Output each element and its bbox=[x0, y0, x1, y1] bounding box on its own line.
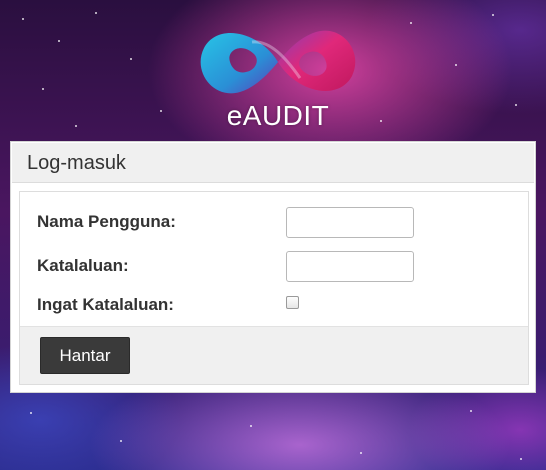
star bbox=[470, 410, 472, 412]
password-row: Katalaluan: bbox=[37, 251, 287, 281]
star bbox=[30, 412, 32, 414]
star bbox=[520, 458, 522, 460]
star bbox=[360, 452, 362, 454]
panel-title: Log-masuk bbox=[12, 143, 534, 183]
star bbox=[492, 14, 494, 16]
star bbox=[130, 58, 132, 60]
star bbox=[160, 110, 162, 112]
username-row: Nama Pengguna: bbox=[37, 207, 287, 237]
star bbox=[410, 22, 412, 24]
star bbox=[380, 120, 382, 122]
star bbox=[455, 64, 457, 66]
star bbox=[120, 440, 122, 442]
infinity-logo-icon bbox=[200, 30, 356, 94]
login-panel: Log-masuk Nama Pengguna: Katalaluan: Ing… bbox=[10, 141, 536, 393]
star bbox=[515, 104, 517, 106]
eaudit-logo: eAUDIT bbox=[190, 12, 366, 134]
password-label: Katalaluan: bbox=[37, 256, 129, 275]
username-input[interactable] bbox=[286, 207, 414, 238]
logo-text: eAUDIT bbox=[226, 100, 330, 131]
remember-label: Ingat Katalaluan: bbox=[37, 295, 174, 314]
star bbox=[95, 12, 97, 14]
star bbox=[75, 125, 77, 127]
star bbox=[250, 425, 252, 427]
form-footer: Hantar bbox=[20, 326, 528, 384]
remember-row: Ingat Katalaluan: bbox=[37, 290, 287, 320]
username-label: Nama Pengguna: bbox=[37, 212, 176, 231]
submit-button[interactable]: Hantar bbox=[40, 337, 130, 374]
star bbox=[22, 18, 24, 20]
password-input[interactable] bbox=[286, 251, 414, 282]
star bbox=[42, 88, 44, 90]
remember-checkbox[interactable] bbox=[286, 296, 299, 309]
login-form: Nama Pengguna: Katalaluan: Ingat Katalal… bbox=[19, 191, 529, 385]
star bbox=[58, 40, 60, 42]
